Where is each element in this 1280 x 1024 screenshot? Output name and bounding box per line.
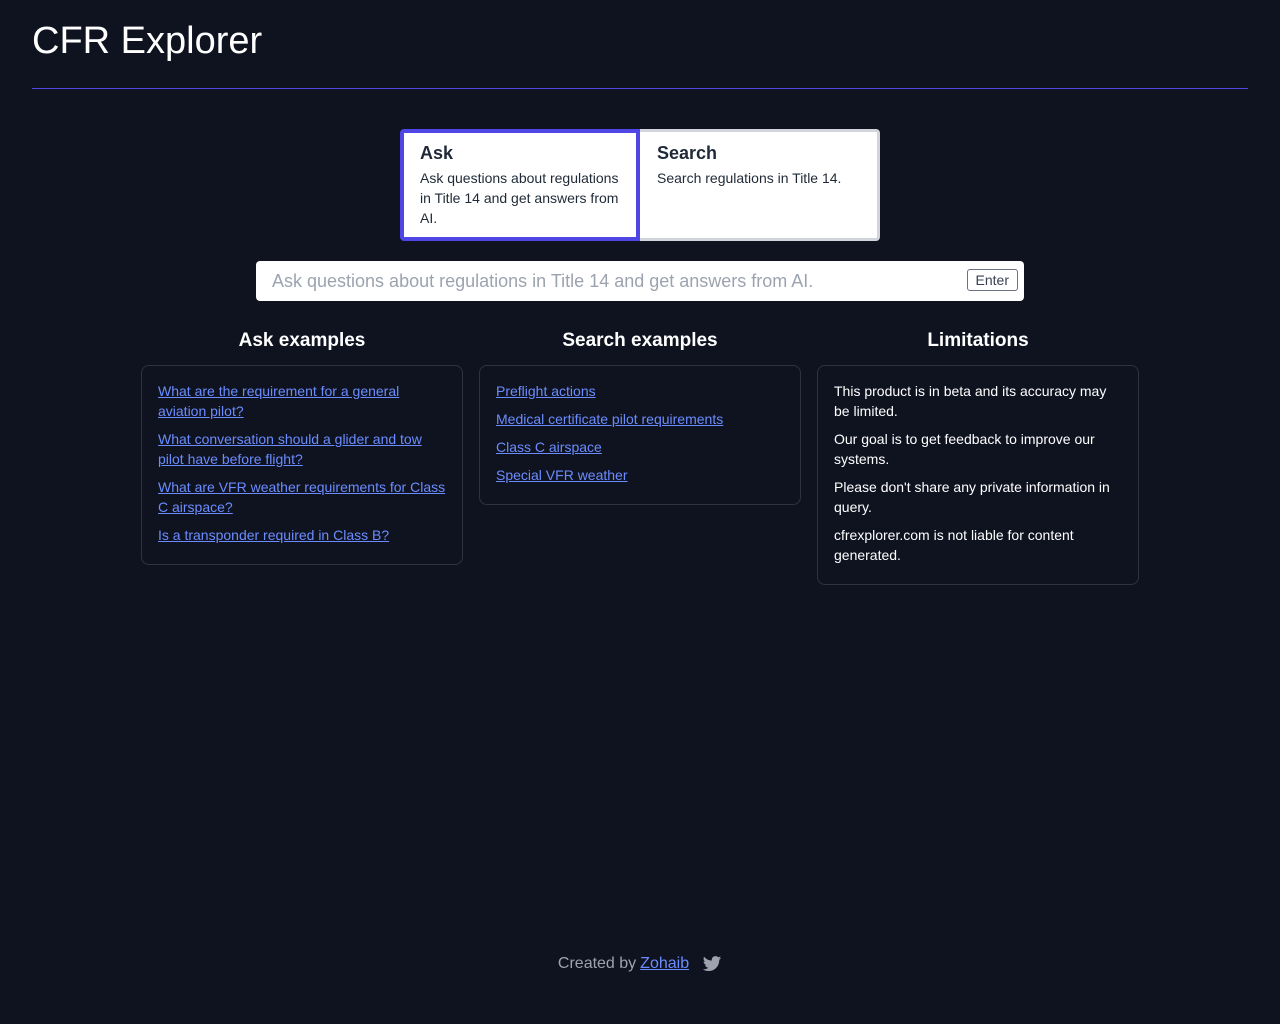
ask-examples-heading: Ask examples [238,330,366,351]
ask-example-link[interactable]: What are VFR weather requirements for Cl… [158,477,446,517]
query-bar: Enter [256,261,1024,301]
ask-examples-section: Ask examples What are the requirement fo… [141,330,463,565]
limitation-item: Please don't share any private informati… [834,479,1110,515]
limitations-heading: Limitations [927,330,1029,351]
page: CFR Explorer Ask Ask questions about reg… [0,0,1280,1024]
site-footer: Created by Zohaib [0,952,1280,976]
site-header: CFR Explorer [32,0,1248,89]
search-mode-card[interactable]: Search Search regulations in Title 14. [640,129,880,241]
page-title: CFR Explorer [32,20,263,62]
ask-example-link[interactable]: What are the requirement for a general a… [158,381,446,421]
enter-button[interactable]: Enter [966,269,1018,291]
query-input[interactable] [256,261,956,301]
limitation-item: This product is in beta and its accuracy… [834,383,1107,419]
ask-mode-card[interactable]: Ask Ask questions about regulations in T… [400,129,640,241]
limitations-section: Limitations This product is in beta and … [817,330,1139,585]
search-example-link[interactable]: Preflight actions [496,381,784,401]
ask-example-link[interactable]: What conversation should a glider and to… [158,429,446,469]
search-example-link[interactable]: Class C airspace [496,437,784,457]
limitation-item: cfrexplorer.com is not liable for conten… [834,527,1074,563]
search-example-link[interactable]: Medical certificate pilot requirements [496,409,784,429]
twitter-icon[interactable] [702,954,722,974]
ask-mode-description: Ask questions about regulations in Title… [420,170,619,226]
search-mode-description: Search regulations in Title 14. [657,170,842,186]
footer-credit-text: Created by [557,955,637,972]
ask-mode-title: Ask [420,143,454,163]
ask-example-link[interactable]: Is a transponder required in Class B? [158,525,446,545]
ask-examples-list: What are the requirement for a general a… [141,365,463,565]
author-link[interactable]: Zohaib [640,955,689,973]
search-examples-section: Search examples Preflight actions Medica… [479,330,801,505]
search-examples-list: Preflight actions Medical certificate pi… [479,365,801,505]
search-example-link[interactable]: Special VFR weather [496,465,784,485]
limitations-list: This product is in beta and its accuracy… [817,365,1139,585]
limitation-item: Our goal is to get feedback to improve o… [834,431,1095,467]
search-examples-heading: Search examples [562,330,718,351]
mode-selector: Ask Ask questions about regulations in T… [400,129,880,241]
search-mode-title: Search [657,143,718,163]
